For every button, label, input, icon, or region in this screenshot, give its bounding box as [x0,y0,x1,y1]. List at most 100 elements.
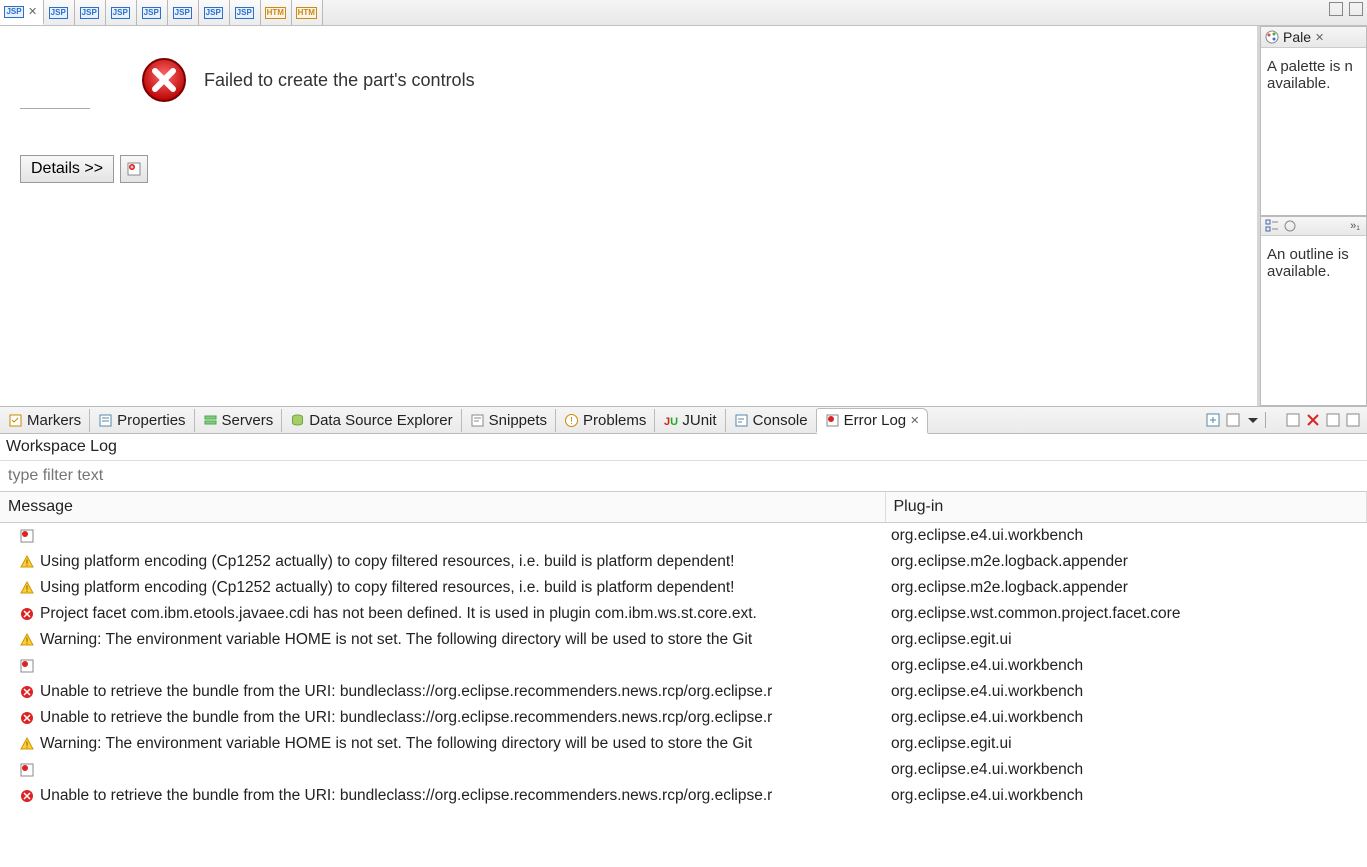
log-message-cell: Project facet com.ibm.etools.javaee.cdi … [0,601,885,627]
svg-text:!: ! [570,416,573,427]
jsp-file-icon: JSP [112,5,128,21]
warning-icon: ! [20,555,34,569]
column-plugin[interactable]: Plug-in [885,492,1367,523]
palette-tab-label: Pale [1283,29,1311,45]
jsp-file-icon: JSP [143,5,159,21]
editor-tab-2[interactable]: JSP [75,0,106,25]
log-message-cell [0,523,885,550]
log-row[interactable]: Project facet com.ibm.etools.javaee.cdi … [0,601,1367,627]
view-tab-snippets[interactable]: Snippets [462,409,556,432]
view-tab-markers[interactable]: Markers [0,409,90,432]
export-log-icon[interactable] [1205,412,1221,428]
problems-icon: ! [564,413,579,428]
editor-tab-0[interactable]: JSP ✕ [0,0,44,25]
log-row[interactable]: org.eclipse.e4.ui.workbench [0,523,1367,550]
editor-tab-4[interactable]: JSP [137,0,168,25]
log-row[interactable]: org.eclipse.e4.ui.workbench [0,757,1367,783]
open-log-icon[interactable] [1325,412,1341,428]
log-message-cell: !Using platform encoding (Cp1252 actuall… [0,549,885,575]
log-message-cell: Unable to retrieve the bundle from the U… [0,783,885,809]
editor-tab-9[interactable]: HTM [292,0,323,25]
log-message-text: Unable to retrieve the bundle from the U… [40,787,772,804]
view-tab-data-source-explorer[interactable]: Data Source Explorer [282,409,461,432]
palette-tab[interactable]: Pale ✕ [1261,27,1366,48]
htm-file-icon: HTM [298,5,314,21]
outline-body: An outline is available. [1261,236,1366,290]
log-row[interactable]: !Using platform encoding (Cp1252 actuall… [0,549,1367,575]
clear-log-icon[interactable] [1285,412,1301,428]
log-row[interactable]: org.eclipse.e4.ui.workbench [0,653,1367,679]
log-row[interactable]: Unable to retrieve the bundle from the U… [0,783,1367,809]
console-icon [734,413,749,428]
error-icon [20,685,34,699]
errorlog-icon [825,413,840,428]
log-row[interactable]: Unable to retrieve the bundle from the U… [0,679,1367,705]
log-plugin-cell: org.eclipse.m2e.logback.appender [885,575,1367,601]
view-tab-properties[interactable]: Properties [90,409,194,432]
view-tab-label: Data Source Explorer [309,412,452,429]
servers-icon [203,413,218,428]
main-area: Failed to create the part's controls Det… [0,26,1367,406]
column-message[interactable]: Message [0,492,885,523]
error-icon [20,789,34,803]
outline-view: »₁ An outline is available. [1260,216,1367,406]
close-icon[interactable]: ✕ [910,414,919,427]
view-tab-console[interactable]: Console [726,409,817,432]
view-tab-label: Snippets [489,412,547,429]
log-row[interactable]: ! Warning: The environment variable HOME … [0,627,1367,653]
view-tab-error-log[interactable]: Error Log✕ [817,408,929,434]
log-message-cell: Unable to retrieve the bundle from the U… [0,679,885,705]
error-panel: Failed to create the part's controls Det… [0,26,1257,213]
log-message-cell [0,757,885,783]
svg-text:!: ! [26,558,29,568]
right-panels: Pale ✕ A palette is n available. »₁ An o… [1260,26,1367,406]
close-icon[interactable]: ✕ [1315,31,1324,44]
view-tab-servers[interactable]: Servers [195,409,283,432]
filter-input[interactable] [0,461,1367,492]
svg-text:!: ! [26,636,29,646]
close-icon[interactable]: ✕ [28,5,37,18]
maximize-icon[interactable] [1349,2,1363,16]
svg-text:!: ! [26,584,29,594]
warning-icon: ! [20,633,34,647]
datasource-icon [290,413,305,428]
error-log-table: Message Plug-in org.eclipse.e4.ui.workbe… [0,492,1367,809]
restore-log-icon[interactable] [1345,412,1361,428]
log-row[interactable]: Unable to retrieve the bundle from the U… [0,705,1367,731]
editor-tab-6[interactable]: JSP [199,0,230,25]
import-log-icon[interactable] [1225,412,1241,428]
log-row[interactable]: !Warning: The environment variable HOME … [0,731,1367,757]
svg-text:!: ! [26,740,29,750]
log-row[interactable]: !Using platform encoding (Cp1252 actuall… [0,575,1367,601]
log-message-text: Warning: The environment variable HOME i… [40,631,752,648]
view-menu-icon[interactable] [1245,412,1261,428]
log-message-cell [0,653,885,679]
delete-log-icon[interactable] [1305,412,1321,428]
editor-tab-bar: JSP✕JSPJSPJSPJSPJSPJSPJSPHTMHTM [0,0,1367,26]
error-icon [140,56,188,104]
stack-icon [20,529,34,543]
editor-tab-8[interactable]: HTM [261,0,292,25]
editor-tab-7[interactable]: JSP [230,0,261,25]
outline-tab[interactable]: »₁ [1261,217,1366,236]
htm-file-icon: HTM [267,5,283,21]
error-log-button[interactable] [120,155,148,183]
details-button[interactable]: Details >> [20,155,114,183]
overflow-icon[interactable]: »₁ [1350,220,1360,232]
view-tab-problems[interactable]: !Problems [556,409,655,432]
outline-icon [1265,219,1279,233]
view-tab-junit[interactable]: JUJUnit [655,409,725,432]
log-plugin-cell: org.eclipse.m2e.logback.appender [885,549,1367,575]
editor-tab-5[interactable]: JSP [168,0,199,25]
jsp-file-icon: JSP [236,5,252,21]
warning-icon: ! [20,737,34,751]
log-plugin-cell: org.eclipse.egit.ui [885,731,1367,757]
jsp-file-icon: JSP [6,4,22,20]
editor-tab-1[interactable]: JSP [44,0,75,25]
view-tab-label: Markers [27,412,81,429]
editor-tab-3[interactable]: JSP [106,0,137,25]
minimize-icon[interactable] [1329,2,1343,16]
stack-icon [20,763,34,777]
log-plugin-cell: org.eclipse.e4.ui.workbench [885,757,1367,783]
divider [20,108,90,109]
